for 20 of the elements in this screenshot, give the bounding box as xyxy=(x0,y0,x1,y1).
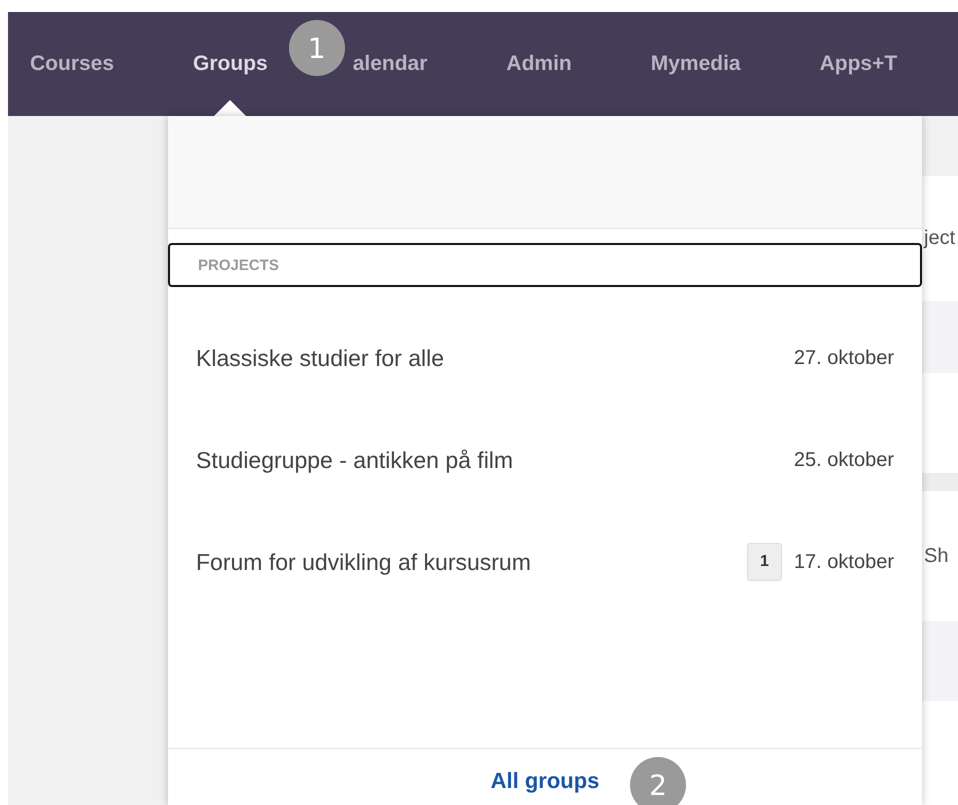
group-title[interactable]: Forum for udvikling af kursusrum xyxy=(196,548,748,576)
step-number-badge: 2 xyxy=(630,757,686,805)
nav-link[interactable]: alendar xyxy=(352,12,428,116)
page-band xyxy=(922,473,958,491)
step-number-badge: 1 xyxy=(288,20,345,76)
group-title[interactable]: Studiegruppe - antikken på film xyxy=(196,446,794,474)
nav-link[interactable]: Mymedia xyxy=(650,12,741,116)
all-groups-link[interactable]: All groups xyxy=(490,768,600,794)
nav-link[interactable]: Apps+T xyxy=(820,12,898,116)
group-title[interactable]: Klassiske studier for alle xyxy=(196,344,794,372)
background-text: Sh xyxy=(923,544,948,568)
page-band xyxy=(922,116,958,176)
nav-link[interactable]: Admin xyxy=(506,12,572,116)
background-text: ject xyxy=(922,227,956,250)
unread-count: 1 xyxy=(747,543,782,581)
group-date: 17. oktober xyxy=(794,550,894,574)
group-date: 27. oktober xyxy=(794,346,894,370)
section-heading: PROJECTS xyxy=(168,243,922,287)
nav-link[interactable]: Courses xyxy=(30,12,114,116)
group-date: 25. oktober xyxy=(794,448,894,472)
